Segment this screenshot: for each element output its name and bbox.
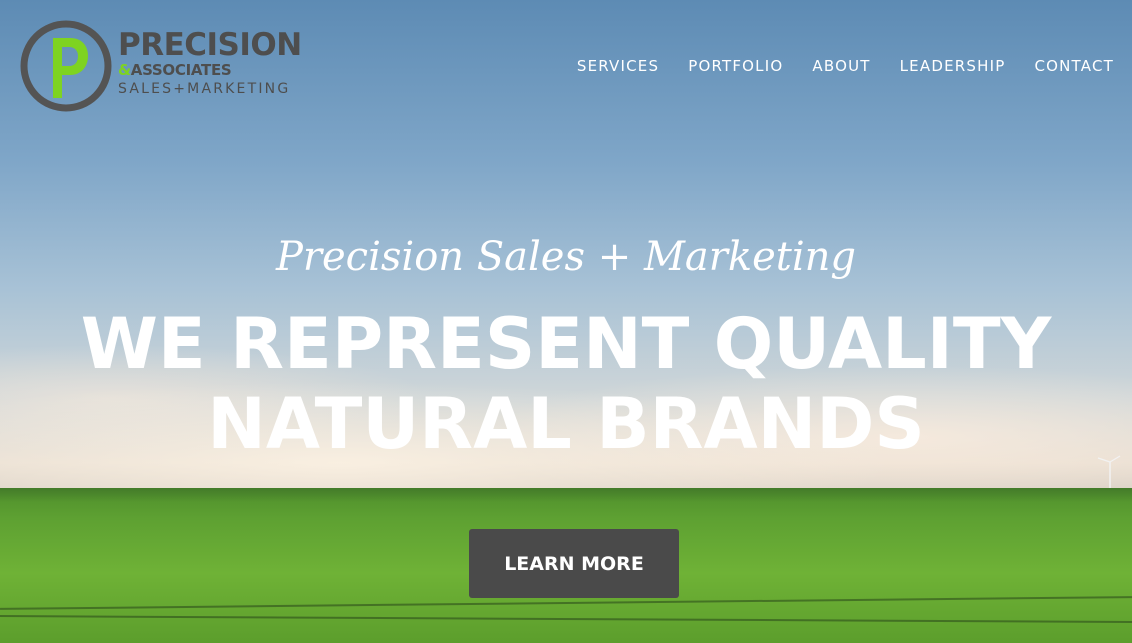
hero-headline-line1: WE REPRESENT QUALITY (80, 303, 1052, 385)
brand-ampersand: & (118, 61, 131, 79)
brand-mark-icon (20, 20, 112, 112)
hero-tagline: Precision Sales + Marketing (275, 234, 857, 280)
brand-associates: ASSOCIATES (130, 61, 232, 79)
brand-name: PRECISION (118, 27, 302, 63)
nav-item-services[interactable]: SERVICES (577, 57, 659, 75)
main-nav: SERVICES PORTFOLIO ABOUT LEADERSHIP CONT… (577, 57, 1114, 75)
learn-more-button[interactable]: LEARN MORE (469, 529, 679, 598)
brand-tagline: SALES+MARKETING (118, 81, 291, 97)
nav-item-portfolio[interactable]: PORTFOLIO (688, 57, 783, 75)
brand-subname: &ASSOCIATES (118, 61, 232, 79)
field-track-line (0, 596, 1132, 610)
nav-item-about[interactable]: ABOUT (812, 57, 870, 75)
brand-logo[interactable]: PRECISION &ASSOCIATES SALES+MARKETING (20, 20, 320, 112)
nav-item-leadership[interactable]: LEADERSHIP (900, 57, 1006, 75)
nav-item-contact[interactable]: CONTACT (1034, 57, 1114, 75)
hero-headline-line2: NATURAL BRANDS (207, 383, 925, 465)
field-track-line (0, 615, 1132, 623)
hero-headline: WE REPRESENT QUALITY NATURAL BRANDS (0, 304, 1132, 464)
